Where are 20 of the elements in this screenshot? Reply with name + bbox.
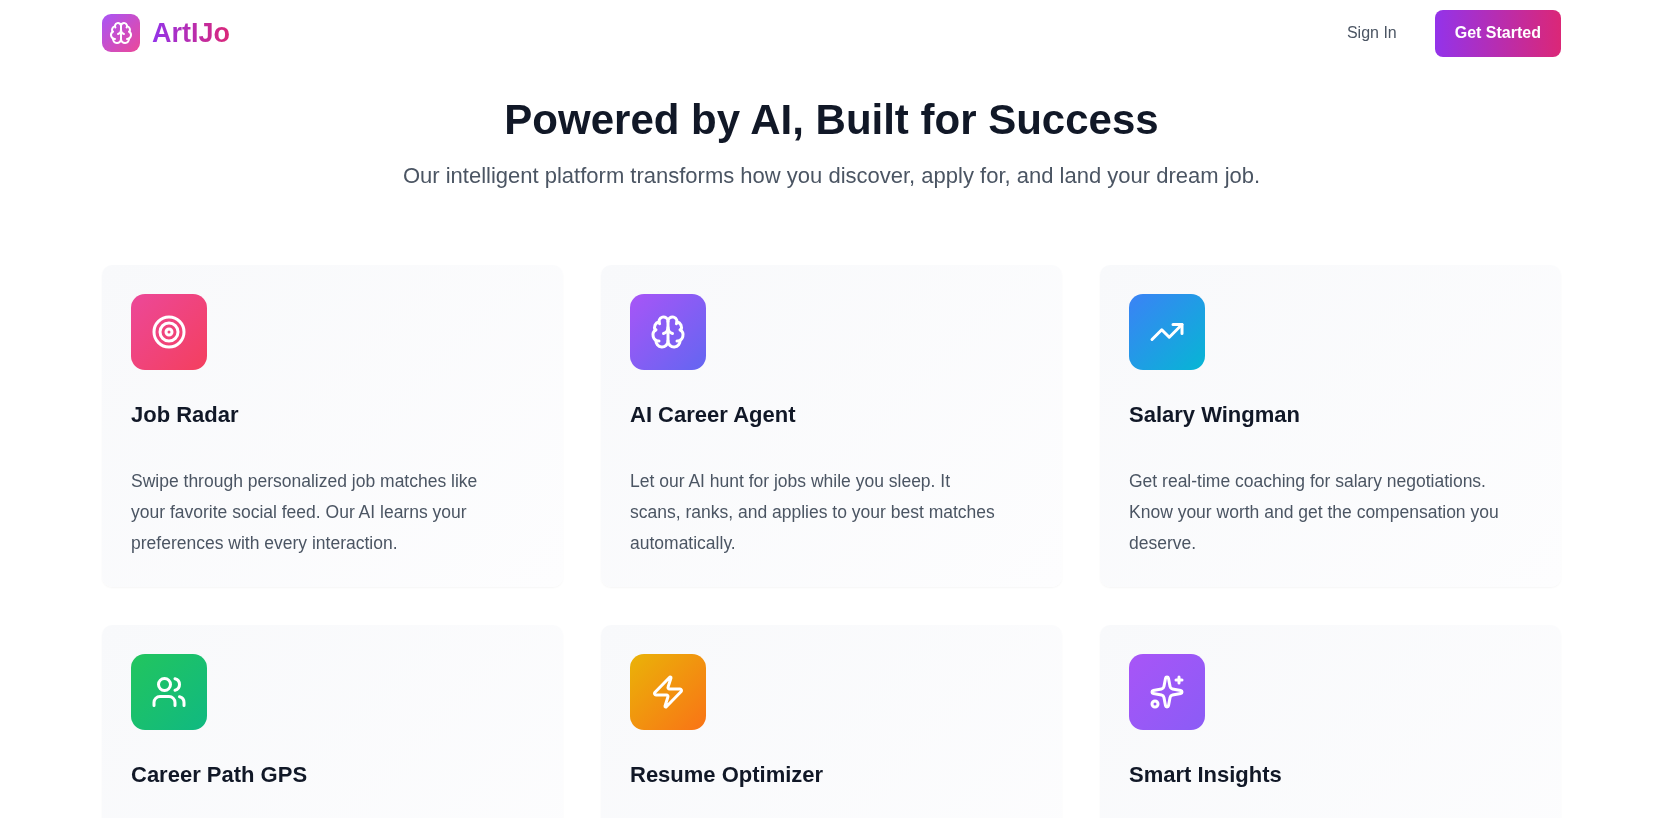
feature-title: Career Path GPS — [131, 762, 309, 788]
sparkles-icon — [1129, 654, 1205, 730]
feature-title: Salary Wingman — [1129, 402, 1301, 428]
feature-title: AI Career Agent — [630, 402, 797, 428]
hero-title: Powered by AI, Built for Success — [504, 96, 1159, 144]
feature-description: Swipe through personalized job matches like your favorite social feed. Our AI learns your preferences with every interaction. — [131, 470, 479, 555]
feature-description: Let our AI hunt for jobs while you sleep. It scans, ranks, and applies to your best matches automatically. — [630, 470, 996, 555]
lightning-icon — [630, 654, 706, 730]
brain-icon — [630, 294, 706, 370]
feature-title: Job Radar — [131, 402, 240, 428]
hero-subtitle: Our intelligent platform transforms how you discover, apply for, and land your dream job. — [402, 162, 1261, 190]
target-icon — [131, 294, 207, 370]
feature-description: Get real-time coaching for salary negotiations. Know your worth and get the compensation you deserve. — [1129, 470, 1500, 555]
feature-title: Resume Optimizer — [630, 762, 825, 788]
get-started-button[interactable]: Get Started — [1434, 9, 1561, 57]
trend-up-icon — [1129, 294, 1205, 370]
feature-title: Smart Insights — [1129, 762, 1283, 788]
users-icon — [131, 654, 207, 730]
sign-in-link[interactable]: Sign In — [1346, 24, 1397, 42]
logo-icon — [102, 14, 140, 52]
